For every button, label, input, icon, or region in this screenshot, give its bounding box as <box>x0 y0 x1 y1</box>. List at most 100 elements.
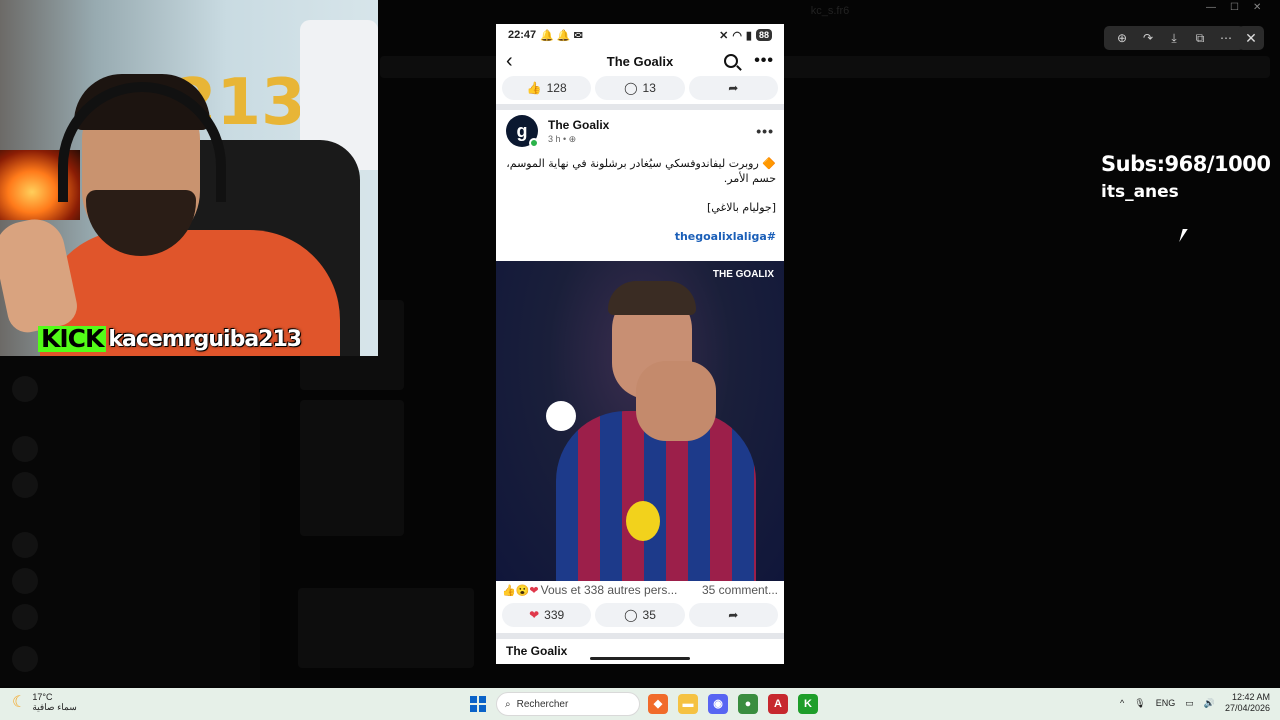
chevron-up-icon[interactable]: ^ <box>1120 698 1124 708</box>
adobe-icon[interactable]: A <box>768 694 788 714</box>
post-hashtag[interactable]: #thegoalixlaliga <box>504 229 776 244</box>
windows-start-icon[interactable] <box>470 696 486 712</box>
share-button[interactable]: ➦ <box>688 76 778 100</box>
photo-badge <box>546 401 576 431</box>
microphone-icon[interactable]: 🎙 <box>1134 698 1145 709</box>
comment-icon: ◯ <box>624 81 638 95</box>
network-icon[interactable]: ▭ <box>1185 698 1194 709</box>
post-body: 🔶 روبرت ليفاندوفسكي سيُغادر برشلونة في ن… <box>496 152 784 244</box>
comment-button[interactable]: ◯ 35 <box>595 603 685 627</box>
clock-date: 27/04/2026 <box>1224 703 1270 713</box>
avatar <box>12 532 38 558</box>
discord-icon[interactable]: ◉ <box>708 694 728 714</box>
window-controls: — ☐ ✕ <box>1206 2 1261 13</box>
page-avatar[interactable]: g <box>506 115 539 148</box>
avatar <box>12 604 38 630</box>
stream-canvas: kc_s.fr6 — ☐ ✕ ⊕ ↷ ⤓ ⧉ ⋯ ✕ Subs:968/1000… <box>0 0 1280 688</box>
streamer-handle: its_anes <box>1101 182 1179 202</box>
kick-channel-name: kacemrguiba213 <box>108 326 302 352</box>
avatar <box>12 472 38 498</box>
thumbs-up-icon: 👍 <box>526 81 542 95</box>
phone-status-bar: 22:47 🔔 🔔 ✉ ✕ ◠ ▮ 88 <box>496 24 784 46</box>
photo-brand-label: THE GOALIX <box>712 269 774 280</box>
background-thumb <box>298 588 474 668</box>
like-button[interactable]: ❤ 339 <box>502 603 592 627</box>
reaction-icons: 👍😮❤ <box>502 584 539 597</box>
kick-app-icon[interactable]: K <box>798 694 818 714</box>
share-icon[interactable]: ⧉ <box>1188 28 1212 48</box>
online-dot-icon <box>529 138 539 148</box>
webcam-feed: 213 KICK kacemrguiba213 <box>0 0 378 356</box>
avatar <box>12 646 38 672</box>
share-button[interactable]: ➦ <box>688 603 778 627</box>
search-icon[interactable] <box>724 54 739 68</box>
comment-button[interactable]: ◯ 13 <box>595 76 685 100</box>
post-time: 3 h • ⊕ <box>548 133 577 144</box>
minimize-icon[interactable]: — <box>1206 2 1216 13</box>
background-thumb <box>300 400 404 536</box>
post-header: g The Goalix 3 h • ⊕ ••• <box>496 110 784 152</box>
globe-icon: ⊕ <box>568 133 577 144</box>
post-text-line: حسم الأمر. <box>723 172 776 185</box>
background-app-title: kc_s.fr6 <box>810 5 850 17</box>
photo-player-hair <box>608 281 696 315</box>
back-arrow-icon[interactable]: ‹ <box>506 50 513 73</box>
post-photo[interactable]: THE GOALIX <box>496 261 784 581</box>
share-arrow-icon: ➦ <box>728 81 739 95</box>
post-author[interactable]: The Goalix <box>548 118 609 132</box>
prev-post-actions: 👍 128 ◯ 13 ➦ <box>496 76 784 104</box>
brave-icon[interactable]: ◆ <box>648 694 668 714</box>
chrome-icon[interactable]: ● <box>738 694 758 714</box>
viewer-close-button[interactable]: ✕ <box>1238 26 1264 50</box>
maximize-icon[interactable]: ☐ <box>1230 2 1239 13</box>
more-options-icon[interactable]: ••• <box>754 52 774 70</box>
post-divider <box>496 633 784 639</box>
next-post-author[interactable]: The Goalix <box>506 644 567 658</box>
share-arrow-icon: ➦ <box>728 608 739 622</box>
clock-time: 12:42 AM <box>1231 692 1270 702</box>
heart-icon: ❤ <box>529 608 540 622</box>
weather-widget[interactable]: ☾ 17°C سماء صافية <box>12 692 77 712</box>
taskbar-search[interactable]: ⌕ Rechercher <box>496 692 640 716</box>
home-indicator <box>590 657 690 660</box>
download-icon[interactable]: ⤓ <box>1162 28 1186 48</box>
more-icon[interactable]: ⋯ <box>1214 28 1238 48</box>
photo-player-hands <box>636 361 716 441</box>
page-header: ‹ The Goalix ••• <box>496 46 784 76</box>
post-actions: ❤ 339 ◯ 35 ➦ <box>496 603 784 629</box>
volume-icon[interactable]: 🔊 <box>1204 698 1215 709</box>
zoom-in-icon[interactable]: ⊕ <box>1110 28 1134 48</box>
like-count: 339 <box>544 608 565 622</box>
windows-taskbar: ☾ 17°C سماء صافية ⌕ Rechercher ◆ ▬ ◉ ● A… <box>0 688 1280 720</box>
wifi-icon: ◠ <box>732 29 742 42</box>
system-tray: ^ 🎙 ENG ▭ 🔊 12:42 AM 27/04/2026 <box>1120 692 1270 714</box>
avatar <box>12 376 38 402</box>
post-source: [جوليام بالاغي] <box>706 201 776 214</box>
reaction-summary[interactable]: 👍😮❤ Vous et 338 autres pers... 35 commen… <box>496 581 784 599</box>
background-sidebar <box>0 356 260 686</box>
battery-badge: 88 <box>755 29 772 41</box>
taskbar-apps: ◆ ▬ ◉ ● A K <box>648 694 818 714</box>
comment-count: 35 <box>642 608 656 622</box>
kick-logo: KICK <box>38 326 107 352</box>
reaction-text: Vous et 338 autres pers... <box>540 583 678 597</box>
photo-sponsor <box>626 501 660 541</box>
image-viewer-toolbar: ⊕ ↷ ⤓ ⧉ ⋯ <box>1104 26 1244 50</box>
comments-summary[interactable]: 35 comment... <box>702 583 778 597</box>
close-window-icon[interactable]: ✕ <box>1253 2 1261 13</box>
language-indicator[interactable]: ENG <box>1156 698 1176 708</box>
weather-temp: 17°C <box>32 692 53 702</box>
rotate-icon[interactable]: ↷ <box>1136 28 1160 48</box>
status-time: 22:47 <box>508 29 537 41</box>
clock[interactable]: 12:42 AM 27/04/2026 <box>1225 692 1270 714</box>
kick-overlay: KICK kacemrguiba213 <box>38 326 302 352</box>
search-placeholder: Rechercher <box>516 698 569 710</box>
avatar <box>12 436 38 462</box>
like-button[interactable]: 👍 128 <box>502 76 592 100</box>
avatar <box>12 568 38 594</box>
signal-icon: ▮ <box>745 29 752 42</box>
file-explorer-icon[interactable]: ▬ <box>678 694 698 714</box>
post-more-icon[interactable]: ••• <box>756 123 774 139</box>
like-count: 128 <box>546 81 567 95</box>
post-text-line: 🔶 روبرت ليفاندوفسكي سيُغادر برشلونة في ن… <box>506 157 776 170</box>
